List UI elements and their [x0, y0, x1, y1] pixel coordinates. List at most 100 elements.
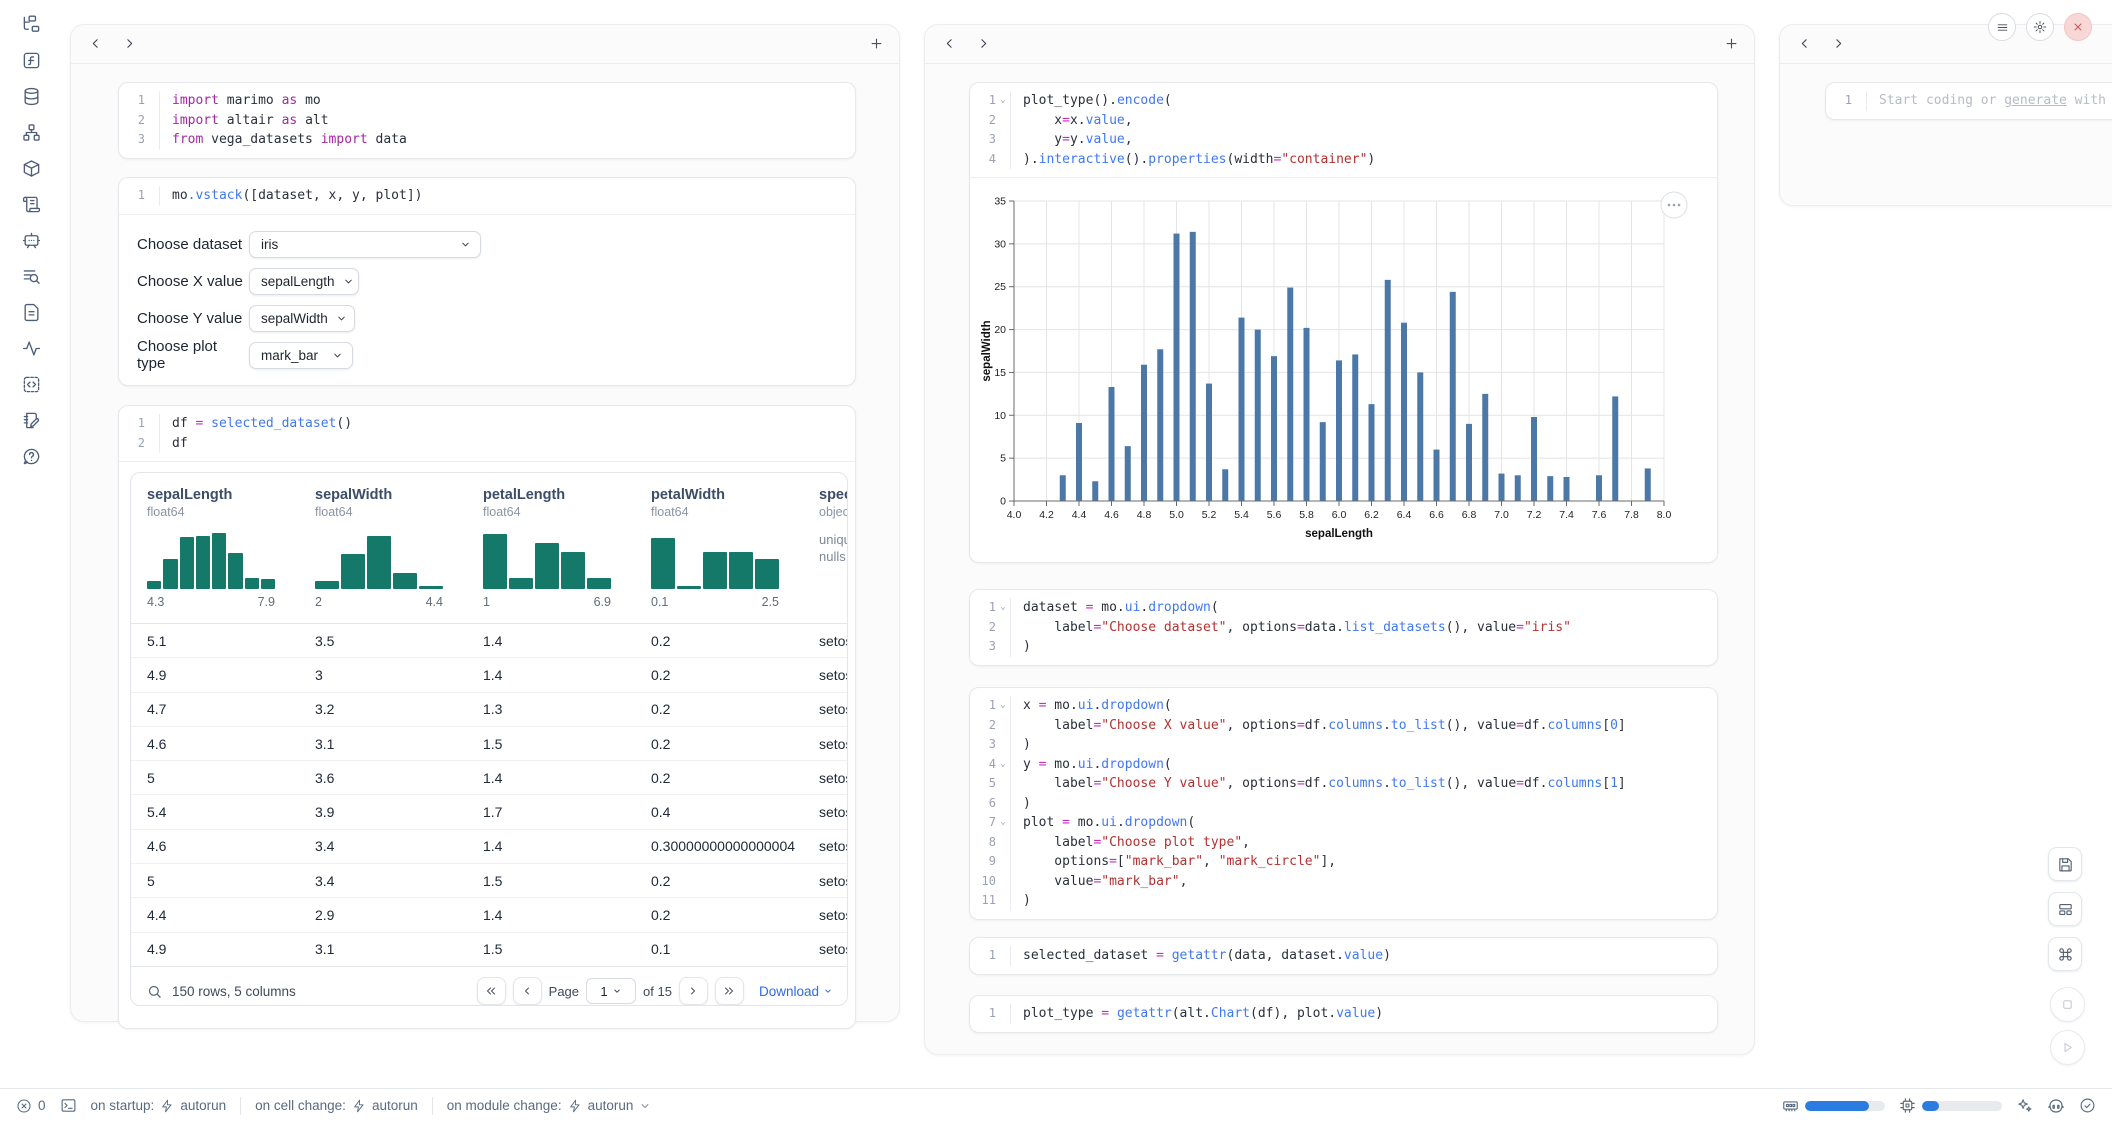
ai-assist-button[interactable] — [2016, 1097, 2033, 1114]
fold-chevron-icon[interactable]: ⌄ — [996, 91, 1010, 111]
sepal-bar-chart[interactable]: 4.04.24.44.64.85.05.25.45.65.86.06.26.46… — [970, 178, 1718, 546]
last-page-button[interactable] — [715, 977, 744, 1005]
code-line[interactable]: 11) — [970, 891, 1717, 911]
package-icon[interactable] — [21, 158, 41, 178]
code-line[interactable]: 10 value="mark_bar", — [970, 872, 1717, 892]
help-chat-icon[interactable] — [21, 446, 41, 466]
code-line[interactable]: 6) — [970, 794, 1717, 814]
code-cell-empty[interactable]: 1Start coding or generate with AI. — [1825, 82, 2112, 120]
column-header-species[interactable]: species object unique: nulls: — [803, 473, 847, 623]
code-editor[interactable]: 1df = selected_dataset()2df — [119, 406, 855, 461]
code-line[interactable]: 3) — [970, 735, 1717, 755]
settings-button[interactable] — [2026, 13, 2054, 41]
connection-status-button[interactable] — [2079, 1097, 2096, 1114]
workflow-icon[interactable] — [21, 122, 41, 142]
column-header-petalWidth[interactable]: petalWidth float64 0.12.5 — [635, 473, 803, 623]
column-header-sepalWidth[interactable]: sepalWidth float64 24.4 — [299, 473, 467, 623]
copilot-button[interactable] — [2047, 1097, 2065, 1115]
fold-chevron-icon[interactable]: ⌄ — [996, 813, 1010, 833]
activity-icon[interactable] — [21, 338, 41, 358]
column-prev-button[interactable] — [943, 37, 957, 51]
scroll-text-icon[interactable] — [21, 194, 41, 214]
add-cell-button[interactable] — [1724, 36, 1740, 52]
code-line[interactable]: 3from vega_datasets import data — [119, 130, 855, 150]
run-button[interactable] — [2050, 1030, 2085, 1065]
save-button[interactable] — [2048, 847, 2082, 881]
code-line[interactable]: 1⌄plot_type().encode( — [970, 91, 1717, 111]
chat-bot-icon[interactable] — [21, 230, 41, 250]
column-next-button[interactable] — [1832, 37, 1846, 51]
code-editor[interactable]: 1⌄dataset = mo.ui.dropdown(2 label="Choo… — [970, 590, 1717, 665]
code-line[interactable]: 3 y=y.value, — [970, 130, 1717, 150]
code-line[interactable]: 1df = selected_dataset() — [119, 414, 855, 434]
code-snippet-icon[interactable] — [21, 374, 41, 394]
code-line[interactable]: 2df — [119, 434, 855, 454]
code-editor[interactable]: 1Start coding or generate with AI. — [1826, 83, 2112, 119]
table-row[interactable]: 53.61.40.2setosa — [131, 761, 847, 795]
column-next-button[interactable] — [977, 37, 991, 51]
code-line[interactable]: 1selected_dataset = getattr(data, datase… — [970, 946, 1717, 966]
code-line[interactable]: 2 x=x.value, — [970, 111, 1717, 131]
code-editor[interactable]: 1import marimo as mo2import altair as al… — [119, 83, 855, 158]
code-editor[interactable]: 1⌄x = mo.ui.dropdown(2 label="Choose X v… — [970, 688, 1717, 919]
column-prev-button[interactable] — [89, 37, 103, 51]
code-cell-dataset[interactable]: 1⌄dataset = mo.ui.dropdown(2 label="Choo… — [969, 589, 1718, 666]
code-cell-vstack[interactable]: 1mo.vstack([dataset, x, y, plot]) Choose… — [118, 177, 856, 386]
column-prev-button[interactable] — [1798, 37, 1812, 51]
column-next-button[interactable] — [123, 37, 137, 51]
code-cell-selected-dataset[interactable]: 1selected_dataset = getattr(data, datase… — [969, 937, 1718, 975]
table-row[interactable]: 4.42.91.40.2setosa — [131, 898, 847, 932]
memory-usage[interactable] — [1782, 1097, 1885, 1114]
table-row[interactable]: 4.931.40.2setosa — [131, 658, 847, 692]
file-text-icon[interactable] — [21, 302, 41, 322]
table-row[interactable]: 4.93.11.50.1setosa — [131, 933, 847, 966]
command-palette-button[interactable] — [2048, 937, 2082, 971]
code-line[interactable]: 1⌄dataset = mo.ui.dropdown( — [970, 598, 1717, 618]
next-page-button[interactable] — [679, 977, 708, 1005]
file-tree-icon[interactable] — [21, 14, 41, 34]
search-icon[interactable] — [147, 984, 162, 999]
code-line[interactable]: 1plot_type = getattr(alt.Chart(df), plot… — [970, 1004, 1717, 1024]
code-line[interactable]: 8 label="Choose plot type", — [970, 833, 1717, 853]
database-icon[interactable] — [21, 86, 41, 106]
fold-chevron-icon[interactable]: ⌄ — [996, 755, 1010, 775]
download-button[interactable]: Download — [759, 984, 833, 999]
cpu-usage[interactable] — [1899, 1097, 2002, 1114]
plot-type-select[interactable]: mark_bar — [249, 342, 353, 369]
code-line[interactable]: 5 label="Choose Y value", options=df.col… — [970, 774, 1717, 794]
table-row[interactable]: 4.63.41.40.30000000000000004setosa — [131, 830, 847, 864]
code-cell-df[interactable]: 1df = selected_dataset()2df sepalLength … — [118, 405, 856, 1029]
code-line[interactable]: 2 label="Choose dataset", options=data.l… — [970, 618, 1717, 638]
notebook-edit-icon[interactable] — [21, 410, 41, 430]
stop-button[interactable] — [2050, 987, 2085, 1022]
code-line[interactable]: 1Start coding or generate with AI. — [1826, 91, 2112, 111]
x-value-select[interactable]: sepalLength — [249, 268, 359, 295]
code-line[interactable]: 2import altair as alt — [119, 111, 855, 131]
shutdown-button[interactable] — [2064, 13, 2092, 41]
page-select[interactable]: 1 — [586, 978, 636, 1004]
layout-button[interactable] — [2048, 892, 2082, 926]
function-square-icon[interactable] — [21, 50, 41, 70]
menu-button[interactable] — [1988, 13, 2016, 41]
code-line[interactable]: 1⌄x = mo.ui.dropdown( — [970, 696, 1717, 716]
log-search-icon[interactable] — [21, 266, 41, 286]
code-line[interactable]: 4).interactive().properties(width="conta… — [970, 150, 1717, 170]
column-header-petalLength[interactable]: petalLength float64 16.9 — [467, 473, 635, 623]
code-line[interactable]: 9 options=["mark_bar", "mark_circle"], — [970, 852, 1717, 872]
code-line[interactable]: 7⌄plot = mo.ui.dropdown( — [970, 813, 1717, 833]
code-editor[interactable]: 1selected_dataset = getattr(data, datase… — [970, 938, 1717, 974]
code-cell-chart[interactable]: 1⌄plot_type().encode(2 x=x.value,3 y=y.v… — [969, 82, 1718, 563]
table-row[interactable]: 4.73.21.30.2setosa — [131, 693, 847, 727]
chart-menu-button[interactable] — [1661, 192, 1687, 218]
prev-page-button[interactable] — [513, 977, 542, 1005]
code-editor[interactable]: 1⌄plot_type().encode(2 x=x.value,3 y=y.v… — [970, 83, 1717, 177]
y-value-select[interactable]: sepalWidth — [249, 305, 355, 332]
code-editor[interactable]: 1plot_type = getattr(alt.Chart(df), plot… — [970, 996, 1717, 1032]
on-cell-change-setting[interactable]: on cell change: autorun — [255, 1098, 418, 1113]
table-row[interactable]: 4.63.11.50.2setosa — [131, 727, 847, 761]
code-line[interactable]: 4⌄y = mo.ui.dropdown( — [970, 755, 1717, 775]
dataset-select[interactable]: iris — [249, 231, 481, 258]
code-line[interactable]: 2 label="Choose X value", options=df.col… — [970, 716, 1717, 736]
add-cell-button[interactable] — [869, 36, 885, 52]
terminal-button[interactable] — [60, 1097, 77, 1114]
